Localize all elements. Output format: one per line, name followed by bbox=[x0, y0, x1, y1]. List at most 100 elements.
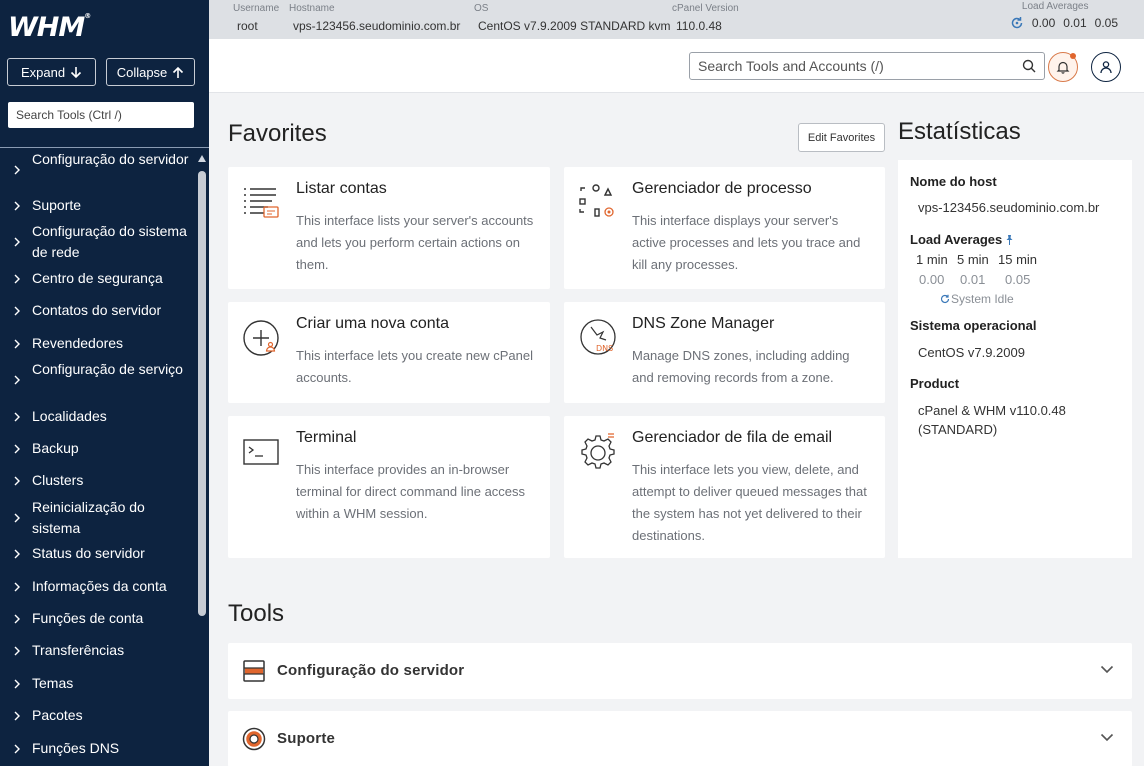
favorite-card-terminal[interactable]: Terminal This interface provides an in-b… bbox=[228, 416, 550, 558]
refresh-icon[interactable] bbox=[1010, 16, 1024, 30]
sidebar-search-input[interactable] bbox=[8, 102, 194, 128]
chevron-right-icon bbox=[14, 513, 20, 523]
sidebar-item-label: Pacotes bbox=[32, 707, 83, 723]
dns-icon-text: DNS bbox=[596, 344, 613, 353]
favorite-card-fila-email[interactable]: Gerenciador de fila de email This interf… bbox=[564, 416, 885, 558]
process-manager-icon bbox=[579, 184, 614, 217]
statistics-title: Estatísticas bbox=[898, 118, 1021, 145]
sidebar-item-reinicializacao[interactable]: Reinicialização do sistema bbox=[0, 497, 194, 539]
load-averages-heading: Load Averages bbox=[910, 232, 1014, 247]
sidebar-item-contatos-servidor[interactable]: Contatos do servidor bbox=[0, 300, 194, 321]
card-title: Gerenciador de fila de email bbox=[632, 429, 833, 446]
arrow-down-icon bbox=[70, 66, 82, 78]
sidebar-item-label: Clusters bbox=[32, 472, 84, 488]
sidebar-item-label: Centro de segurança bbox=[32, 270, 163, 286]
scroll-up-icon[interactable] bbox=[198, 155, 206, 162]
bell-icon bbox=[1056, 61, 1070, 74]
refresh-icon[interactable] bbox=[940, 294, 950, 304]
scrollbar-thumb[interactable] bbox=[198, 171, 206, 616]
list-accounts-icon bbox=[244, 188, 279, 218]
sidebar-item-configuracao-servidor[interactable]: Configuração do servidor bbox=[0, 149, 194, 191]
sidebar-item-label: Revendedores bbox=[32, 335, 124, 351]
favorite-card-listar-contas[interactable]: Listar contas This interface lists your … bbox=[228, 167, 550, 289]
sidebar-item-centro-seguranca[interactable]: Centro de segurança bbox=[0, 268, 194, 289]
product-value: cPanel & WHM v110.0.48 (STANDARD) bbox=[918, 403, 1066, 437]
sidebar-item-informacoes-conta[interactable]: Informações da conta bbox=[0, 576, 194, 597]
chevron-right-icon bbox=[14, 339, 20, 349]
username-info: Username root bbox=[233, 3, 279, 35]
pin-icon[interactable] bbox=[1005, 234, 1014, 245]
card-title: DNS Zone Manager bbox=[632, 315, 775, 332]
sidebar-item-configuracao-servico[interactable]: Configuração de serviço bbox=[0, 359, 194, 401]
sidebar-item-localidades[interactable]: Localidades bbox=[0, 406, 194, 427]
favorites-title: Favorites bbox=[228, 120, 327, 147]
collapse-button[interactable]: Collapse bbox=[106, 58, 195, 86]
os-value: CentOS v7.9.2009 bbox=[918, 345, 1025, 360]
sidebar-item-temas[interactable]: Temas bbox=[0, 673, 194, 694]
chevron-right-icon bbox=[14, 549, 20, 559]
load-1min: 0.00 bbox=[1031, 16, 1056, 30]
load-value-15min: 0.05 bbox=[1005, 272, 1031, 287]
sidebar-item-label: Localidades bbox=[32, 408, 107, 424]
card-title: Terminal bbox=[296, 429, 357, 446]
sidebar-item-clusters[interactable]: Clusters bbox=[0, 470, 194, 491]
load-header-1min: 1 min bbox=[916, 252, 948, 267]
sidebar-item-label: Configuração do sistema de rede bbox=[32, 223, 187, 260]
favorite-card-dns-zone-manager[interactable]: DNS DNS Zone Manager Manage DNS zones, i… bbox=[564, 302, 885, 403]
chevron-right-icon bbox=[14, 412, 20, 422]
whm-logo[interactable]: WHM® bbox=[8, 12, 91, 43]
chevron-right-icon bbox=[14, 201, 20, 211]
sidebar-item-label: Transferências bbox=[32, 642, 125, 658]
chevron-right-icon bbox=[14, 306, 20, 316]
favorite-card-criar-conta[interactable]: Criar uma nova conta This interface lets… bbox=[228, 302, 550, 403]
create-account-icon bbox=[243, 320, 279, 356]
chevron-down-icon[interactable] bbox=[1100, 665, 1114, 674]
sidebar-item-suporte[interactable]: Suporte bbox=[0, 195, 194, 216]
hostname-value: vps-123456.seudominio.com.br bbox=[918, 200, 1100, 215]
os-info: OS CentOS v7.9.2009 STANDARD kvm bbox=[474, 3, 671, 35]
chevron-down-icon[interactable] bbox=[1100, 733, 1114, 742]
chevron-right-icon bbox=[14, 711, 20, 721]
collapse-label: Collapse bbox=[116, 64, 168, 80]
chevron-right-icon bbox=[14, 476, 20, 486]
sidebar-item-status-servidor[interactable]: Status do servidor bbox=[0, 543, 194, 564]
global-search[interactable] bbox=[689, 52, 1045, 80]
dns-zone-icon: DNS bbox=[580, 319, 616, 355]
tool-group-configuracao-servidor[interactable]: Configuração do servidor bbox=[228, 643, 1132, 699]
sidebar-item-backup[interactable]: Backup bbox=[0, 438, 194, 459]
arrow-up-icon bbox=[173, 66, 184, 78]
notifications-button[interactable] bbox=[1048, 52, 1078, 82]
os-value: CentOS v7.9.2009 STANDARD kvm bbox=[478, 19, 671, 33]
tool-group-suporte[interactable]: Suporte bbox=[228, 711, 1132, 766]
user-menu-button[interactable] bbox=[1091, 52, 1121, 82]
load-value-1min: 0.00 bbox=[919, 272, 945, 287]
load-value-5min: 0.01 bbox=[960, 272, 986, 287]
card-description: This interface lets you create new cPane… bbox=[296, 348, 534, 385]
sidebar-item-pacotes[interactable]: Pacotes bbox=[0, 705, 194, 726]
sidebar-item-revendedores[interactable]: Revendedores bbox=[0, 333, 194, 354]
hostname-value: vps-123456.seudominio.com.br bbox=[293, 19, 461, 33]
os-label: OS bbox=[474, 3, 489, 14]
cpanel-version-label: cPanel Version bbox=[672, 3, 739, 14]
global-search-input[interactable] bbox=[690, 53, 1010, 79]
chevron-right-icon bbox=[14, 582, 20, 592]
os-label: Sistema operacional bbox=[910, 318, 1037, 333]
card-title: Criar uma nova conta bbox=[296, 315, 449, 332]
search-icon[interactable] bbox=[1022, 59, 1036, 73]
cpanel-version-value: 110.0.48 bbox=[676, 19, 722, 33]
sidebar-item-funcoes-conta[interactable]: Funções de conta bbox=[0, 608, 194, 629]
card-description: This interface lists your server's accou… bbox=[296, 213, 534, 272]
sidebar-item-transferencias[interactable]: Transferências bbox=[0, 640, 194, 661]
sidebar-item-label: Reinicialização do sistema bbox=[32, 499, 145, 536]
load-15min: 0.05 bbox=[1094, 16, 1118, 30]
card-description: This interface provides an in-browser te… bbox=[296, 462, 526, 521]
sidebar-item-sistema-rede[interactable]: Configuração do sistema de rede bbox=[0, 221, 194, 263]
hostname-label: Hostname bbox=[289, 3, 335, 14]
expand-button[interactable]: Expand bbox=[7, 58, 96, 86]
edit-favorites-button[interactable]: Edit Favorites bbox=[798, 123, 885, 152]
load-header-5min: 5 min bbox=[957, 252, 989, 267]
favorite-card-gerenciador-processo[interactable]: Gerenciador de processo This interface d… bbox=[564, 167, 885, 289]
sidebar-scrollbar[interactable] bbox=[196, 149, 209, 766]
sidebar-item-funcoes-dns[interactable]: Funções DNS bbox=[0, 738, 194, 759]
chevron-right-icon bbox=[14, 237, 20, 247]
